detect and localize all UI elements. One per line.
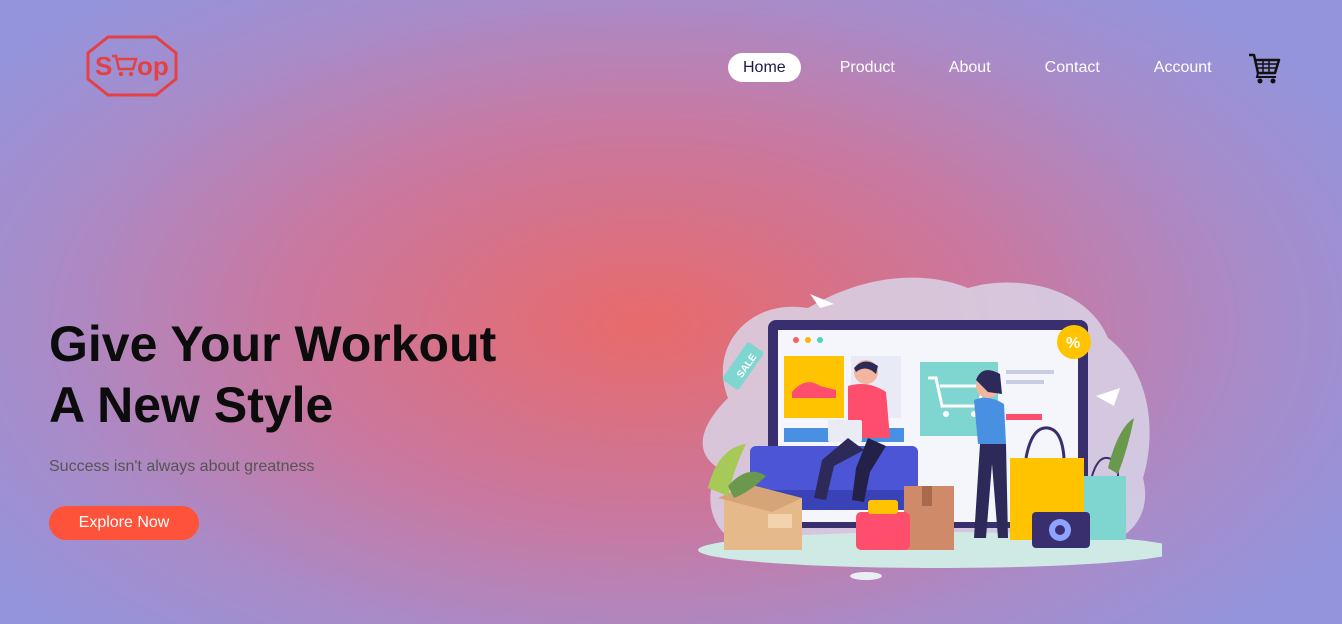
nav-product[interactable]: Product bbox=[825, 53, 910, 82]
hero-illustration: SALE % bbox=[688, 268, 1178, 588]
main-nav: Home Product About Contact Account bbox=[728, 53, 1251, 82]
logo-cart-glyph bbox=[112, 54, 138, 77]
explore-now-button[interactable]: Explore Now bbox=[49, 506, 199, 540]
nav-contact[interactable]: Contact bbox=[1030, 53, 1115, 82]
nav-about[interactable]: About bbox=[934, 53, 1006, 82]
teal-bag bbox=[1084, 476, 1126, 540]
woman-body bbox=[974, 397, 1006, 444]
logo[interactable]: S op bbox=[86, 35, 178, 97]
hero-subtitle: Success isn't always about greatness bbox=[49, 458, 315, 475]
logo-text-right: op bbox=[137, 51, 169, 81]
hero-title-line2: A New Style bbox=[49, 377, 334, 433]
shopping-cart-icon[interactable] bbox=[1247, 51, 1281, 85]
hero-title-line1: Give Your Workout bbox=[49, 316, 497, 372]
nav-home[interactable]: Home bbox=[728, 53, 801, 82]
pink-bag bbox=[856, 512, 910, 550]
hero-title: Give Your Workout A New Style bbox=[49, 314, 609, 436]
nav-account[interactable]: Account bbox=[1139, 53, 1227, 82]
percent-badge-text: % bbox=[1066, 335, 1080, 352]
laptop bbox=[828, 420, 862, 442]
logo-text-left: S bbox=[95, 51, 112, 81]
